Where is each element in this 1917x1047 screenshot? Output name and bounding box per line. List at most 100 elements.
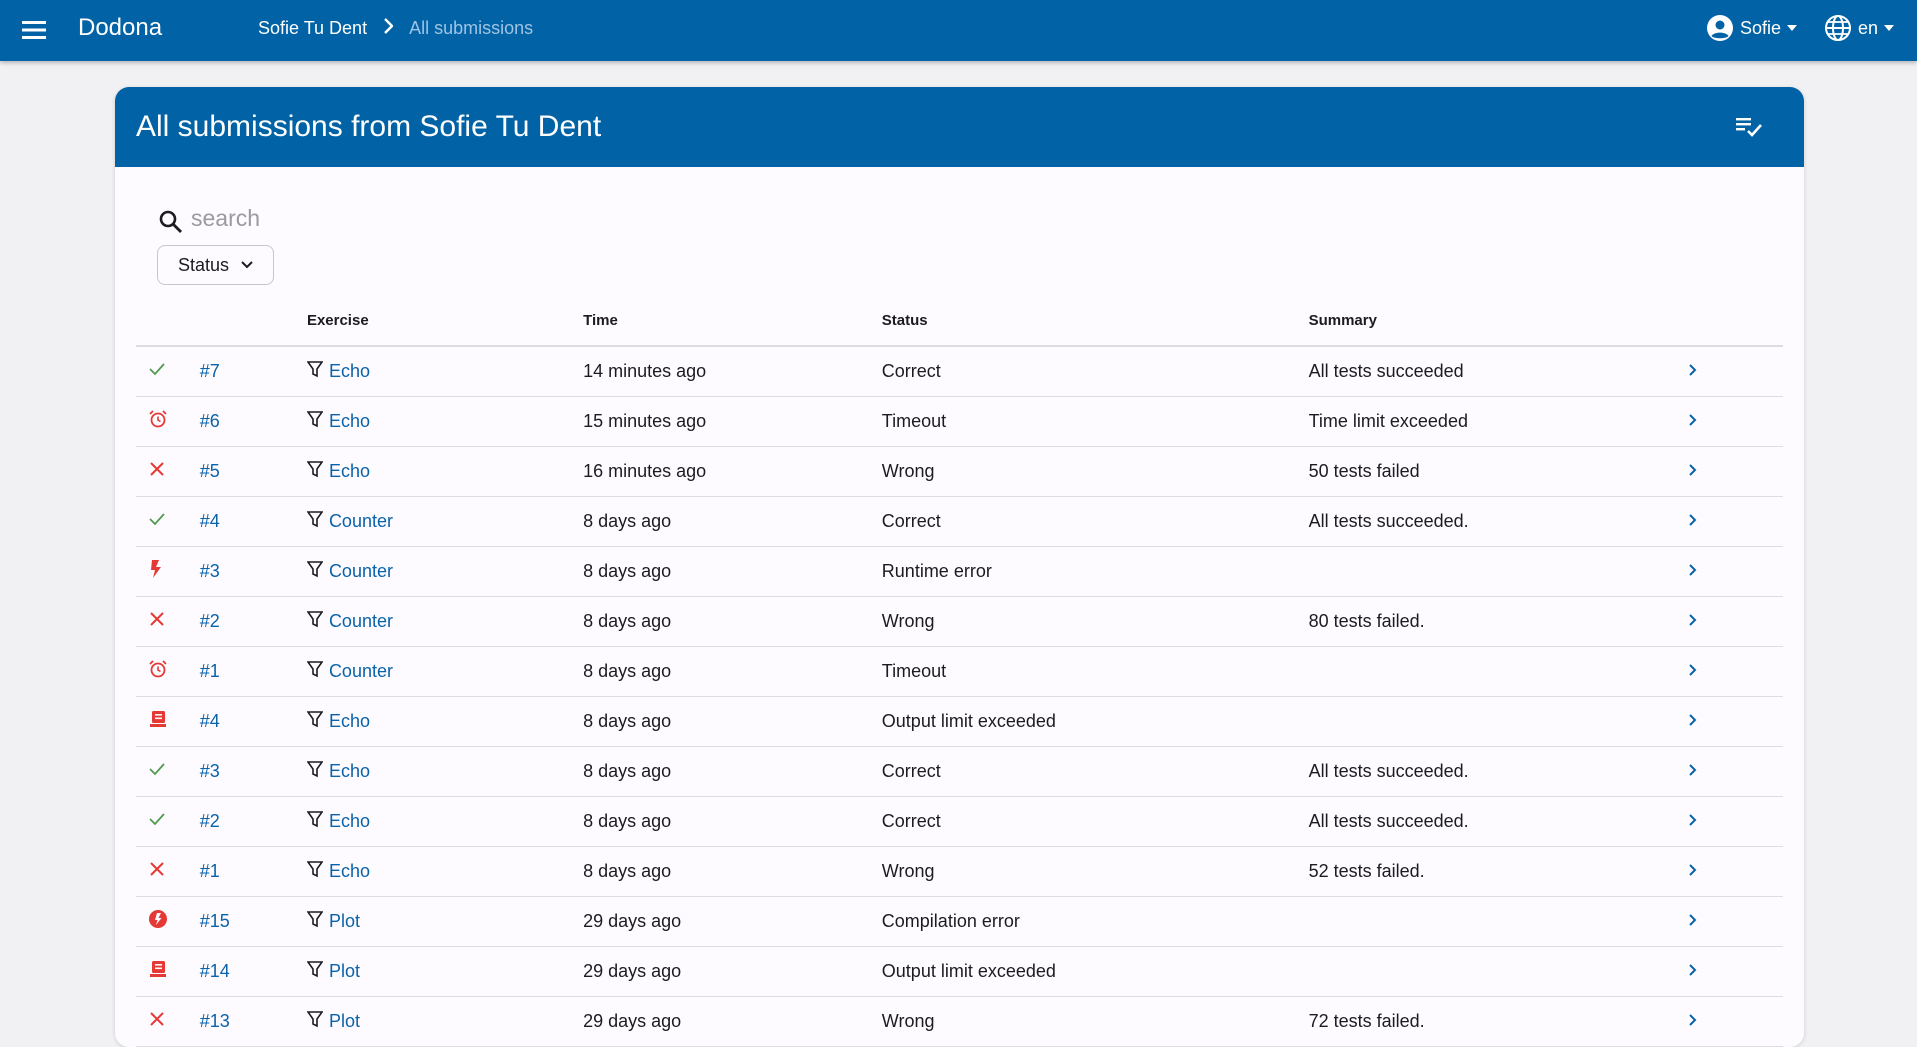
submission-link[interactable]: #1 [200,861,220,881]
filter-icon[interactable] [306,760,329,783]
table-row[interactable]: #1 Counter 8 days ago Timeout [136,646,1783,697]
filter-icon[interactable] [306,910,329,933]
table-row[interactable]: #14 Plot 29 days ago Output limit exceeded [136,946,1783,997]
app-brand[interactable]: Dodona [78,14,162,42]
table-row[interactable]: #2 Echo 8 days ago Correct All tests succeed… [136,796,1783,847]
exercise-name[interactable]: Plot [329,911,360,932]
filter-icon[interactable] [306,860,329,883]
playlist-check-icon[interactable] [1734,113,1764,143]
header-status: Status [881,296,1309,347]
menu-icon[interactable] [20,17,48,43]
filter-icon[interactable] [306,810,329,833]
table-row[interactable]: #15 Plot 29 days ago Compilation error [136,896,1783,947]
exercise-name[interactable]: Echo [329,761,370,782]
exercise-name[interactable]: Echo [329,711,370,732]
chevron-right-icon[interactable] [1688,961,1698,982]
submission-link[interactable]: #4 [200,711,220,731]
exercise-link[interactable]: Echo [306,410,370,433]
chevron-right-icon[interactable] [1688,711,1698,732]
table-row[interactable]: #4 Counter 8 days ago Correct All tests succ… [136,496,1783,547]
exercise-name[interactable]: Counter [329,511,393,532]
exercise-name[interactable]: Counter [329,611,393,632]
exercise-name[interactable]: Echo [329,861,370,882]
submission-link[interactable]: #14 [200,961,230,981]
submission-link[interactable]: #2 [200,611,220,631]
exercise-name[interactable]: Echo [329,361,370,382]
table-row[interactable]: #2 Counter 8 days ago Wrong 80 tests failed. [136,596,1783,647]
filter-icon[interactable] [306,610,329,633]
close-icon [148,862,166,882]
chevron-right-icon[interactable] [1688,911,1698,932]
chevron-right-icon[interactable] [1688,1011,1698,1032]
language-menu[interactable]: en [1824,14,1895,42]
exercise-link[interactable]: Counter [306,510,393,533]
exercise-link[interactable]: Plot [306,910,360,933]
submission-time: 14 minutes ago [583,346,882,397]
submission-time: 8 days ago [583,796,882,847]
filter-icon[interactable] [306,1010,329,1033]
chevron-right-icon[interactable] [1688,511,1698,532]
exercise-name[interactable]: Plot [329,961,360,982]
exercise-link[interactable]: Counter [306,560,393,583]
table-row[interactable]: #5 Echo 16 minutes ago Wrong 50 tests failed [136,446,1783,497]
exercise-link[interactable]: Echo [306,760,370,783]
table-row[interactable]: #7 Echo 14 minutes ago Correct All tests suc… [136,346,1783,397]
submission-link[interactable]: #7 [200,361,220,381]
table-row[interactable]: #6 Echo 15 minutes ago Timeout Time limit ex… [136,396,1783,447]
exercise-name[interactable]: Echo [329,811,370,832]
filter-icon[interactable] [306,510,329,533]
chevron-right-icon[interactable] [1688,611,1698,632]
exercise-name[interactable]: Counter [329,661,393,682]
chevron-right-icon[interactable] [1688,761,1698,782]
exercise-link[interactable]: Echo [306,710,370,733]
chevron-right-icon[interactable] [1688,461,1698,482]
filter-icon[interactable] [306,960,329,983]
table-row[interactable]: #3 Counter 8 days ago Runtime error [136,546,1783,597]
chevron-right-icon[interactable] [1688,561,1698,582]
submission-link[interactable]: #15 [200,911,230,931]
chevron-right-icon[interactable] [1688,661,1698,682]
exercise-name[interactable]: Echo [329,411,370,432]
chevron-right-icon[interactable] [1688,811,1698,832]
submission-link[interactable]: #5 [200,461,220,481]
table-row[interactable]: #1 Echo 8 days ago Wrong 52 tests failed. [136,846,1783,897]
filter-icon[interactable] [306,410,329,433]
submission-link[interactable]: #3 [200,561,220,581]
submission-link[interactable]: #1 [200,661,220,681]
submissions-table: Exercise Time Status Summary #7 Echo 14 mi… [136,296,1783,1047]
submission-link[interactable]: #4 [200,511,220,531]
filter-icon[interactable] [306,660,329,683]
submission-summary: 50 tests failed [1308,446,1688,497]
breadcrumb-user-link[interactable]: Sofie Tu Dent [258,18,367,39]
exercise-link[interactable]: Echo [306,460,370,483]
chevron-right-icon[interactable] [1688,861,1698,882]
exercise-name[interactable]: Echo [329,461,370,482]
alarm-icon [148,660,168,683]
search-input[interactable] [189,203,593,233]
filter-icon[interactable] [306,360,329,383]
exercise-link[interactable]: Echo [306,810,370,833]
chevron-right-icon[interactable] [1688,361,1698,382]
filter-icon[interactable] [306,460,329,483]
submission-link[interactable]: #3 [200,761,220,781]
chevron-right-icon[interactable] [1688,411,1698,432]
status-filter-button[interactable]: Status [157,245,274,285]
submission-link[interactable]: #2 [200,811,220,831]
exercise-link[interactable]: Counter [306,660,393,683]
check-icon [148,362,166,382]
table-row[interactable]: #3 Echo 8 days ago Correct All tests succeed… [136,746,1783,797]
user-menu[interactable]: Sofie [1706,14,1798,42]
exercise-link[interactable]: Echo [306,860,370,883]
table-row[interactable]: #13 Plot 29 days ago Wrong 72 tests failed. [136,996,1783,1047]
exercise-name[interactable]: Plot [329,1011,360,1032]
exercise-link[interactable]: Counter [306,610,393,633]
exercise-link[interactable]: Plot [306,1010,360,1033]
exercise-link[interactable]: Plot [306,960,360,983]
submission-link[interactable]: #13 [200,1011,230,1031]
table-row[interactable]: #4 Echo 8 days ago Output limit exceeded [136,696,1783,747]
submission-link[interactable]: #6 [200,411,220,431]
filter-icon[interactable] [306,560,329,583]
exercise-link[interactable]: Echo [306,360,370,383]
exercise-name[interactable]: Counter [329,561,393,582]
filter-icon[interactable] [306,710,329,733]
